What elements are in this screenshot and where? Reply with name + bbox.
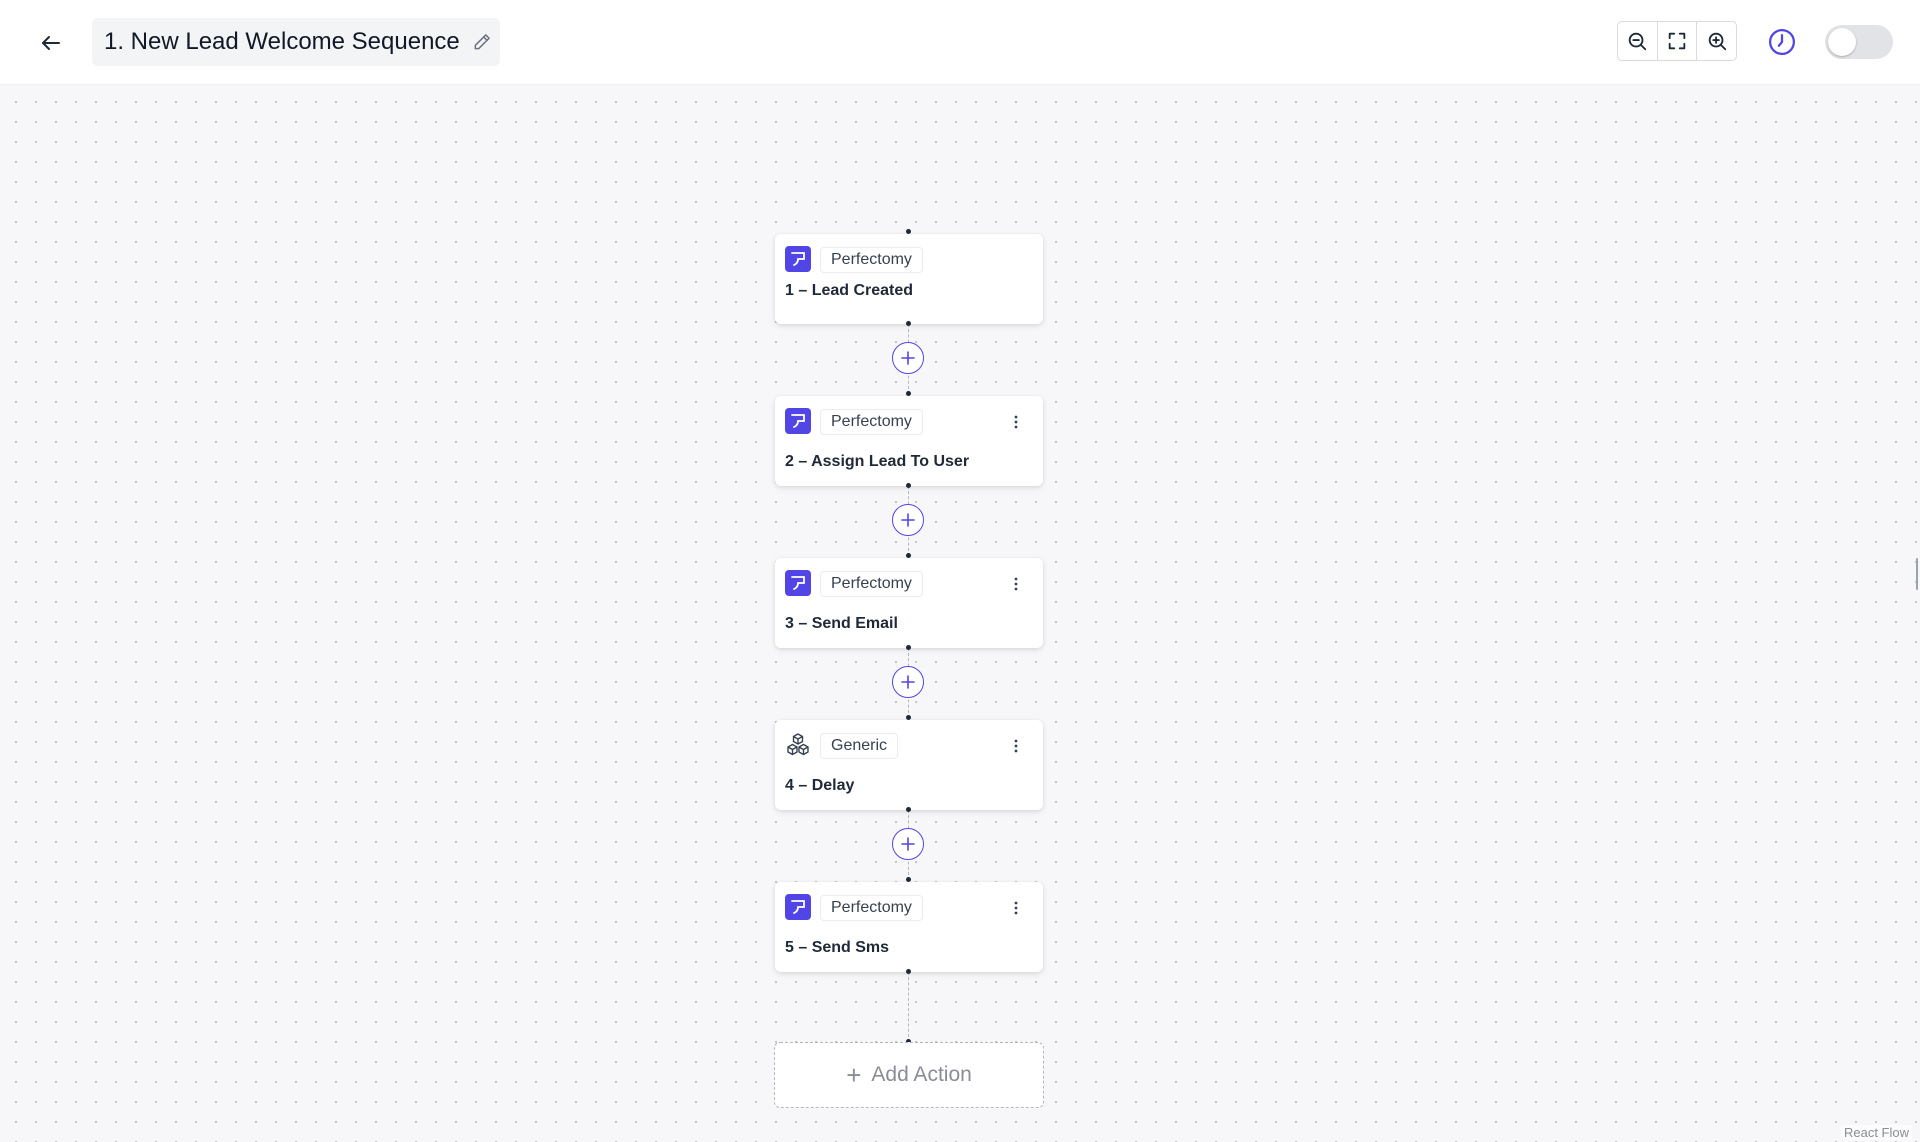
- node-title: 3 – Send Email: [785, 615, 898, 632]
- node-app-label: Perfectomy: [820, 895, 923, 921]
- pencil-icon: [474, 34, 490, 50]
- workflow-title[interactable]: 1. New Lead Welcome Sequence: [104, 28, 460, 56]
- clock-icon: [1769, 29, 1795, 55]
- plus-icon: [901, 837, 915, 851]
- back-button[interactable]: [32, 24, 70, 62]
- node-menu-button[interactable]: [1009, 411, 1023, 433]
- workflow-node-1[interactable]: Perfectomy 1 – Lead Created: [775, 234, 1043, 324]
- perfectomy-logo-icon: [785, 246, 811, 272]
- add-step-button-4[interactable]: [892, 828, 924, 860]
- add-step-button-1[interactable]: [892, 342, 924, 374]
- add-step-button-3[interactable]: [892, 666, 924, 698]
- add-action-label: Add Action: [871, 1063, 972, 1086]
- fit-view-icon: [1668, 32, 1686, 50]
- node-1-source-handle[interactable]: [906, 321, 911, 326]
- fit-view-button[interactable]: [1656, 22, 1697, 60]
- node-3-source-handle[interactable]: [906, 645, 911, 650]
- node-title: 5 – Send Sms: [785, 939, 890, 956]
- history-button[interactable]: [1764, 24, 1800, 60]
- workflow-node-5[interactable]: Perfectomy 5 – Send Sms: [775, 882, 1043, 972]
- panel-resize-handle[interactable]: [1916, 558, 1918, 590]
- node-2-source-handle[interactable]: [906, 483, 911, 488]
- add-action-button[interactable]: + Add Action: [774, 1042, 1044, 1108]
- node-menu-button[interactable]: [1009, 897, 1023, 919]
- zoom-controls: [1617, 21, 1737, 61]
- workflow-title-box[interactable]: 1. New Lead Welcome Sequence: [92, 18, 500, 66]
- add-step-button-2[interactable]: [892, 504, 924, 536]
- perfectomy-logo-icon: [785, 408, 811, 434]
- zoom-in-icon: [1708, 32, 1726, 51]
- more-vertical-icon: [1014, 901, 1018, 915]
- more-vertical-icon: [1014, 739, 1018, 753]
- node-title: 1 – Lead Created: [785, 282, 914, 299]
- edit-title-button[interactable]: [472, 31, 494, 53]
- top-bar: 1. New Lead Welcome Sequence: [0, 0, 1920, 85]
- zoom-out-button[interactable]: [1618, 22, 1657, 60]
- workflow-active-toggle[interactable]: [1825, 25, 1893, 59]
- perfectomy-logo-icon: [785, 894, 811, 920]
- workflow-node-2[interactable]: Perfectomy 2 – Assign Lead To User: [775, 396, 1043, 486]
- node-app-label: Generic: [820, 733, 899, 759]
- node-menu-button[interactable]: [1009, 573, 1023, 595]
- edge-5-add: [908, 972, 909, 1042]
- more-vertical-icon: [1014, 415, 1018, 429]
- plus-icon: +: [846, 1060, 862, 1090]
- zoom-out-icon: [1629, 32, 1647, 51]
- more-vertical-icon: [1014, 577, 1018, 591]
- cubes-icon: [785, 732, 811, 758]
- zoom-in-button[interactable]: [1696, 22, 1736, 60]
- node-4-source-handle[interactable]: [906, 807, 911, 812]
- perfectomy-logo-icon: [785, 570, 811, 596]
- arrow-left-icon: [42, 36, 60, 50]
- node-app-label: Perfectomy: [820, 409, 923, 435]
- node-title: 4 – Delay: [785, 777, 855, 794]
- node-app-label: Perfectomy: [820, 571, 923, 597]
- workflow-node-3[interactable]: Perfectomy 3 – Send Email: [775, 558, 1043, 648]
- node-app-label: Perfectomy: [820, 247, 923, 273]
- plus-icon: [901, 675, 915, 689]
- plus-icon: [901, 513, 915, 527]
- node-5-source-handle[interactable]: [906, 969, 911, 974]
- node-menu-button[interactable]: [1009, 735, 1023, 757]
- plus-icon: [901, 351, 915, 365]
- workflow-node-4[interactable]: Generic 4 – Delay: [775, 720, 1043, 810]
- toggle-knob: [1828, 28, 1856, 56]
- node-title: 2 – Assign Lead To User: [785, 453, 970, 470]
- react-flow-attribution[interactable]: React Flow: [1840, 1125, 1912, 1140]
